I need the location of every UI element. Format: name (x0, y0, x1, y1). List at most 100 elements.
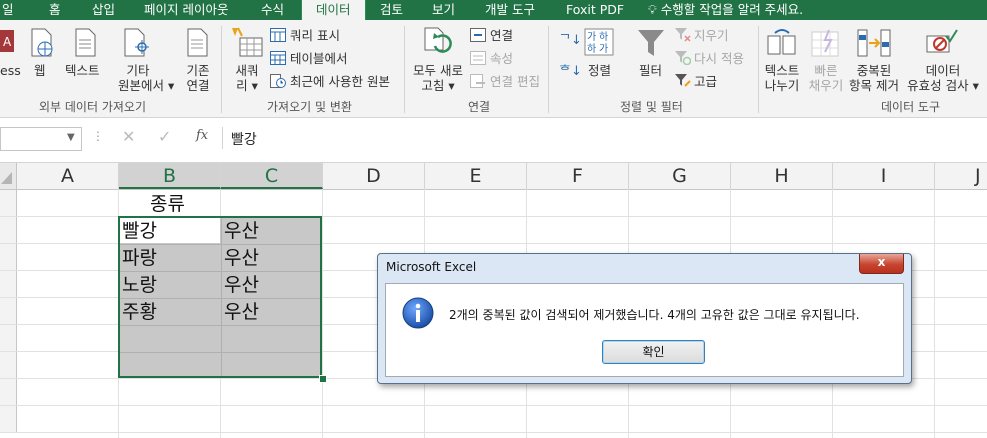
sheet-row (0, 406, 987, 433)
row-header[interactable] (0, 406, 17, 432)
cell-b4[interactable]: 노랑 (122, 272, 157, 298)
dialog-body: 2개의 중복된 값이 검색되어 제거했습니다. 4개의 고유한 값은 그대로 유… (385, 283, 904, 377)
flash-fill-button[interactable]: 빠른 채우기 (806, 63, 846, 93)
column-header-b[interactable]: B (119, 163, 221, 189)
other-sources-icon (124, 28, 149, 57)
filter-button[interactable]: 필터 (639, 63, 662, 78)
row-header[interactable] (0, 271, 17, 297)
new-query-button[interactable]: 새쿼 리 ▾ (231, 63, 263, 93)
text-to-columns-button[interactable]: 텍스트 나누기 (762, 63, 802, 93)
access-icon: A (0, 30, 14, 52)
from-table-button[interactable]: 테이블에서 (290, 51, 348, 66)
cell-c3[interactable]: 우산 (224, 245, 259, 271)
enter-check-icon[interactable]: ✓ (158, 127, 171, 146)
existing-connections-button[interactable]: 기존 연결 (180, 63, 216, 93)
ribbon-tab-bar: 일 홈 삽입 페이지 레이아웃 수식 데이터 검토 보기 개발 도구 Foxit… (0, 0, 987, 20)
tab-review[interactable]: 검토 (380, 0, 403, 20)
advanced-button[interactable]: 고급 (694, 74, 717, 89)
tell-me-box[interactable]: 💡︎ 수행할 작업을 알려 주세요. (648, 0, 803, 20)
cell-c5[interactable]: 우산 (224, 299, 259, 325)
tab-formulas[interactable]: 수식 (261, 0, 284, 20)
edit-links-button[interactable]: 연결 편집 (490, 74, 540, 89)
existing-connections-icon (187, 28, 208, 57)
cell-b3[interactable]: 파랑 (122, 245, 157, 271)
from-other-sources-button[interactable]: 기타 원본에서 ▾ (118, 63, 174, 93)
column-header-row: A B C D E F G H I J (0, 163, 987, 190)
recent-sources-button[interactable]: 최근에 사용한 원본 (290, 74, 390, 89)
sort-az-icon[interactable]: ᄀ↓ (559, 33, 582, 48)
reapply-button[interactable]: 다시 적용 (694, 51, 744, 66)
from-web-button[interactable]: 웹 (34, 63, 46, 78)
column-header-j[interactable]: J (935, 163, 987, 189)
tab-insert[interactable]: 삽입 (92, 0, 115, 20)
row-header[interactable] (0, 217, 17, 243)
column-header-e[interactable]: E (425, 163, 527, 189)
cell-b5[interactable]: 주황 (122, 299, 157, 325)
ribbon-separator (758, 26, 759, 113)
row-header[interactable] (0, 325, 17, 351)
column-header-i[interactable]: I (833, 163, 935, 189)
sort-button[interactable]: 정렬 (588, 63, 611, 78)
row-header[interactable] (0, 244, 17, 270)
formula-input[interactable]: 빨강 (222, 127, 987, 149)
sort-za-icon[interactable]: ᄒ↓ (559, 64, 582, 79)
column-header-c[interactable]: C (221, 163, 323, 189)
tab-developer[interactable]: 개발 도구 (485, 0, 535, 20)
row-header[interactable] (0, 352, 17, 378)
ok-button[interactable]: 확인 (602, 340, 705, 364)
clear-button[interactable]: 지우기 (694, 28, 729, 43)
refresh-all-icon (424, 27, 452, 53)
row-header[interactable] (0, 379, 17, 405)
column-header-f[interactable]: F (527, 163, 629, 189)
column-header-h[interactable]: H (731, 163, 833, 189)
tab-home[interactable]: 홈 (49, 0, 61, 20)
advanced-filter-icon (675, 74, 691, 87)
tab-file[interactable]: 일 (2, 0, 14, 20)
group-label-connections: 연결 (468, 100, 491, 114)
name-box[interactable]: ▼ (0, 127, 82, 151)
fill-handle[interactable] (319, 375, 327, 383)
more-dots-icon: ⋮ (92, 129, 104, 143)
remove-duplicates-icon (857, 29, 891, 57)
tab-data[interactable]: 데이터 (301, 0, 366, 20)
row-header[interactable] (0, 298, 17, 324)
column-header-g[interactable]: G (629, 163, 731, 189)
cell-c4[interactable]: 우산 (224, 272, 259, 298)
clear-filter-icon (675, 28, 691, 42)
connections-button[interactable]: 연결 (490, 28, 513, 43)
select-all-corner[interactable] (0, 163, 17, 189)
refresh-all-button[interactable]: 모두 새로 고침 ▾ (410, 63, 466, 93)
text-to-columns-icon (767, 29, 796, 55)
connections-icon (470, 28, 486, 42)
row-header[interactable] (0, 190, 17, 216)
remove-duplicates-button[interactable]: 중복된 항목 제거 (845, 63, 903, 93)
cell-c2[interactable]: 우산 (224, 218, 259, 244)
data-validation-button[interactable]: 데이터 유효성 검사 ▾ (904, 63, 982, 93)
close-button[interactable]: x (859, 254, 904, 274)
svg-text:A: A (3, 35, 12, 49)
properties-button[interactable]: 속성 (490, 51, 513, 66)
show-queries-button[interactable]: 쿼리 표시 (290, 28, 340, 43)
from-access-button[interactable]: ess (0, 63, 21, 78)
filter-icon (638, 30, 664, 56)
column-header-d[interactable]: D (323, 163, 425, 189)
tab-foxit-pdf[interactable]: Foxit PDF (566, 0, 624, 20)
svg-text:가: 가 (599, 43, 608, 55)
cell-b1[interactable]: 종류 (150, 191, 185, 217)
column-header-a[interactable]: A (17, 163, 119, 189)
message-dialog: Microsoft Excel x 2개의 중복된 값이 검색되어 제거했습니다… (377, 253, 912, 384)
from-text-button[interactable]: 텍스트 (65, 63, 100, 78)
web-icon (31, 28, 53, 57)
insert-function-icon[interactable]: fx (196, 128, 208, 143)
ribbon: A ess 웹 텍스트 기타 원본에서 ▾ 기존 연결 외부 데이터 가져오기 … (0, 20, 987, 118)
ribbon-separator (221, 26, 222, 113)
gridline (120, 352, 320, 353)
tab-view[interactable]: 보기 (432, 0, 455, 20)
gridline (934, 189, 935, 438)
svg-text:하: 하 (587, 42, 596, 55)
cell-b2[interactable]: 빨강 (122, 218, 157, 244)
tab-page-layout[interactable]: 페이지 레이아웃 (144, 0, 228, 20)
flash-fill-icon (811, 29, 839, 57)
close-icon: x (877, 255, 886, 269)
cancel-icon[interactable]: ✕ (122, 127, 135, 146)
